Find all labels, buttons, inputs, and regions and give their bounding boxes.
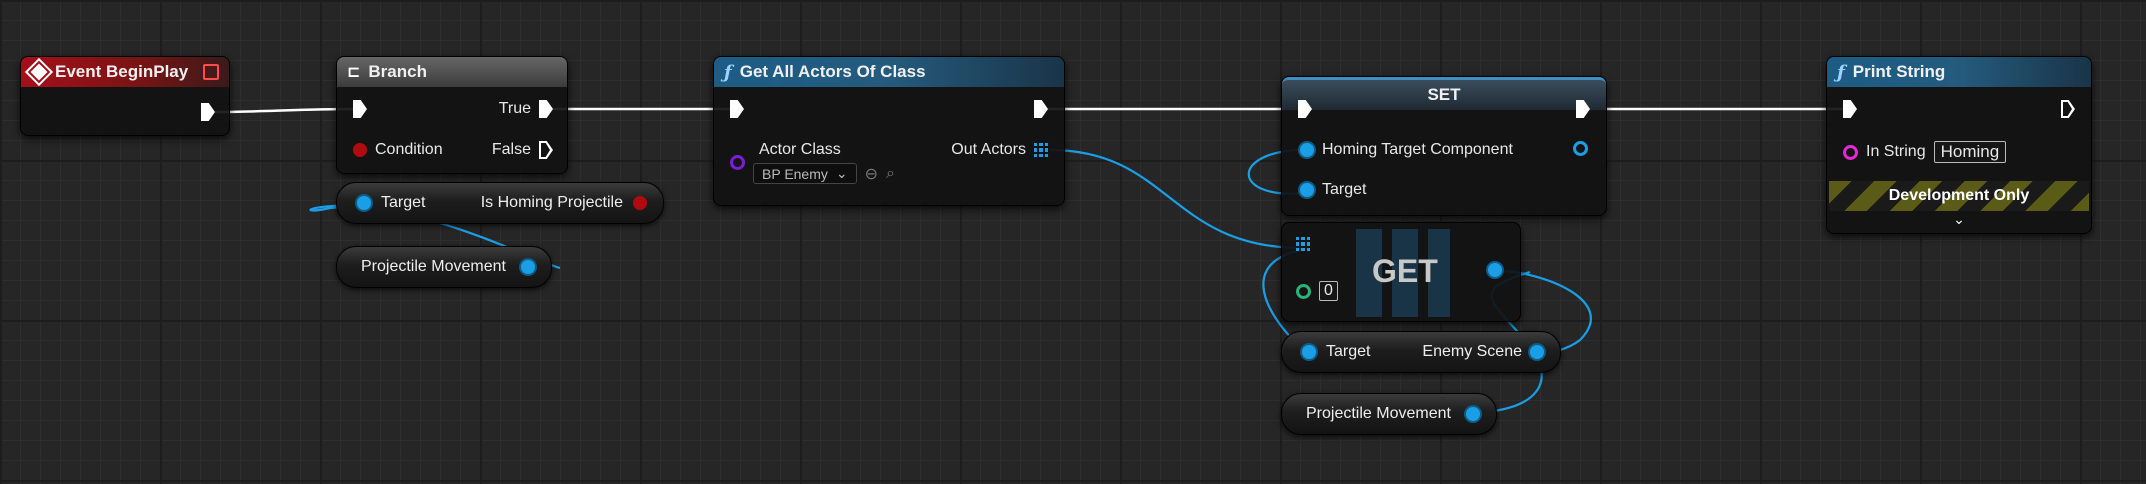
enemy-scene-target-pin[interactable] (1302, 345, 1316, 359)
print-string-title: Print String (1852, 62, 1946, 81)
branch-icon: ⊏ (347, 64, 361, 81)
projectile-movement-right-label: Projectile Movement (1306, 405, 1451, 422)
projectile-movement-right-out-pin[interactable] (1466, 407, 1480, 421)
index-input[interactable]: 0 (1319, 281, 1338, 301)
get-all-actors-title: Get All Actors Of Class (739, 62, 926, 81)
is-homing-out-pin[interactable] (633, 196, 647, 210)
set-header[interactable]: SET (1282, 77, 1606, 110)
condition-pin[interactable] (353, 143, 367, 157)
actor-class-pin[interactable] (730, 155, 745, 170)
set-target-pin[interactable] (1300, 183, 1314, 197)
exec-in-pin[interactable] (730, 100, 744, 118)
exec-out-pin[interactable] (1034, 100, 1048, 118)
is-homing-projectile-node[interactable]: Target Is Homing Projectile (336, 182, 664, 224)
event-beginplay-header[interactable]: Event BeginPlay (21, 57, 229, 87)
set-target-label: Target (1322, 181, 1367, 198)
event-icon (27, 60, 51, 84)
development-only-label: Development Only (1888, 187, 2030, 204)
chevron-down-icon: ⌄ (835, 165, 848, 181)
array-in-pin-icon[interactable] (1296, 237, 1310, 251)
exec-false-pin[interactable] (539, 141, 553, 159)
set-title: SET (1427, 85, 1461, 104)
exec-true-pin[interactable] (539, 100, 553, 118)
index-pin[interactable] (1296, 283, 1311, 299)
homing-target-component-pin[interactable] (1300, 143, 1314, 157)
in-string-input[interactable]: Homing (1933, 141, 2007, 163)
out-actors-label: Out Actors (951, 141, 1026, 158)
enemy-scene-node[interactable]: Target Enemy Scene (1281, 331, 1561, 373)
branch-condition-label: Condition (375, 141, 443, 158)
branch-title: Branch (368, 62, 427, 81)
function-icon: ƒ (1837, 61, 1845, 83)
homing-target-label: Homing Target Component (1322, 141, 1513, 158)
projectile-movement-left-out-pin[interactable] (521, 260, 535, 274)
browse-search-icon[interactable]: ⌕ (886, 165, 895, 183)
object-wire-outactors-get (1049, 148, 1303, 250)
in-string-label: In String (1866, 143, 1926, 160)
is-homing-value-label: Is Homing Projectile (480, 194, 623, 211)
get-out-pin[interactable] (1488, 263, 1502, 277)
enemy-scene-value-label: Enemy Scene (1422, 343, 1522, 360)
expand-chevron-icon[interactable]: ⌄ (1953, 211, 1965, 228)
projectile-movement-node-right[interactable]: Projectile Movement (1281, 393, 1497, 435)
exec-out-pin[interactable] (1576, 100, 1590, 118)
is-homing-target-label: Target (381, 194, 426, 211)
branch-node[interactable]: ⊏ Branch True Condition False (336, 56, 568, 174)
branch-header[interactable]: ⊏ Branch (337, 57, 567, 87)
get-all-actors-of-class-node[interactable]: ƒ Get All Actors Of Class Actor Class BP… (713, 56, 1065, 206)
actor-class-dropdown[interactable]: BP Enemy ⌄ (753, 163, 857, 184)
exec-in-pin[interactable] (353, 100, 367, 118)
set-node[interactable]: SET Homing Target Component Target (1281, 76, 1607, 216)
homing-target-out-pin[interactable] (1573, 141, 1588, 156)
branch-false-label: False (491, 141, 531, 158)
projectile-movement-left-label: Projectile Movement (361, 258, 506, 275)
branch-true-label: True (498, 100, 531, 117)
get-title: GET (1372, 253, 1438, 289)
target-pin[interactable] (357, 196, 371, 210)
wire-layer (214, 107, 1846, 415)
stop-icon (203, 64, 219, 80)
projectile-movement-node-left[interactable]: Projectile Movement (336, 246, 552, 288)
actor-class-value: BP Enemy (762, 165, 828, 182)
exec-out-pin[interactable] (201, 103, 215, 121)
function-icon: ƒ (724, 61, 732, 83)
enemy-scene-out-pin[interactable] (1530, 345, 1544, 359)
print-string-node[interactable]: ƒ Print String In String Homing Developm… (1826, 56, 2092, 234)
get-all-actors-header[interactable]: ƒ Get All Actors Of Class (714, 57, 1064, 87)
in-string-pin[interactable] (1843, 144, 1858, 160)
array-pin-icon[interactable] (1034, 143, 1048, 157)
get-node[interactable]: GET 0 (1281, 222, 1521, 322)
actor-class-label: Actor Class (759, 141, 841, 158)
event-beginplay-title: Event BeginPlay (55, 62, 189, 81)
exec-in-pin[interactable] (1298, 100, 1312, 118)
exec-out-pin[interactable] (2061, 100, 2075, 118)
exec-in-pin[interactable] (1843, 100, 1857, 118)
print-string-header[interactable]: ƒ Print String (1827, 57, 2091, 87)
enemy-scene-target-label: Target (1326, 343, 1371, 360)
event-beginplay-node[interactable]: Event BeginPlay (20, 56, 230, 136)
use-selected-icon[interactable]: ⊖ (865, 164, 878, 184)
development-only-banner: Development Only (1829, 181, 2089, 211)
